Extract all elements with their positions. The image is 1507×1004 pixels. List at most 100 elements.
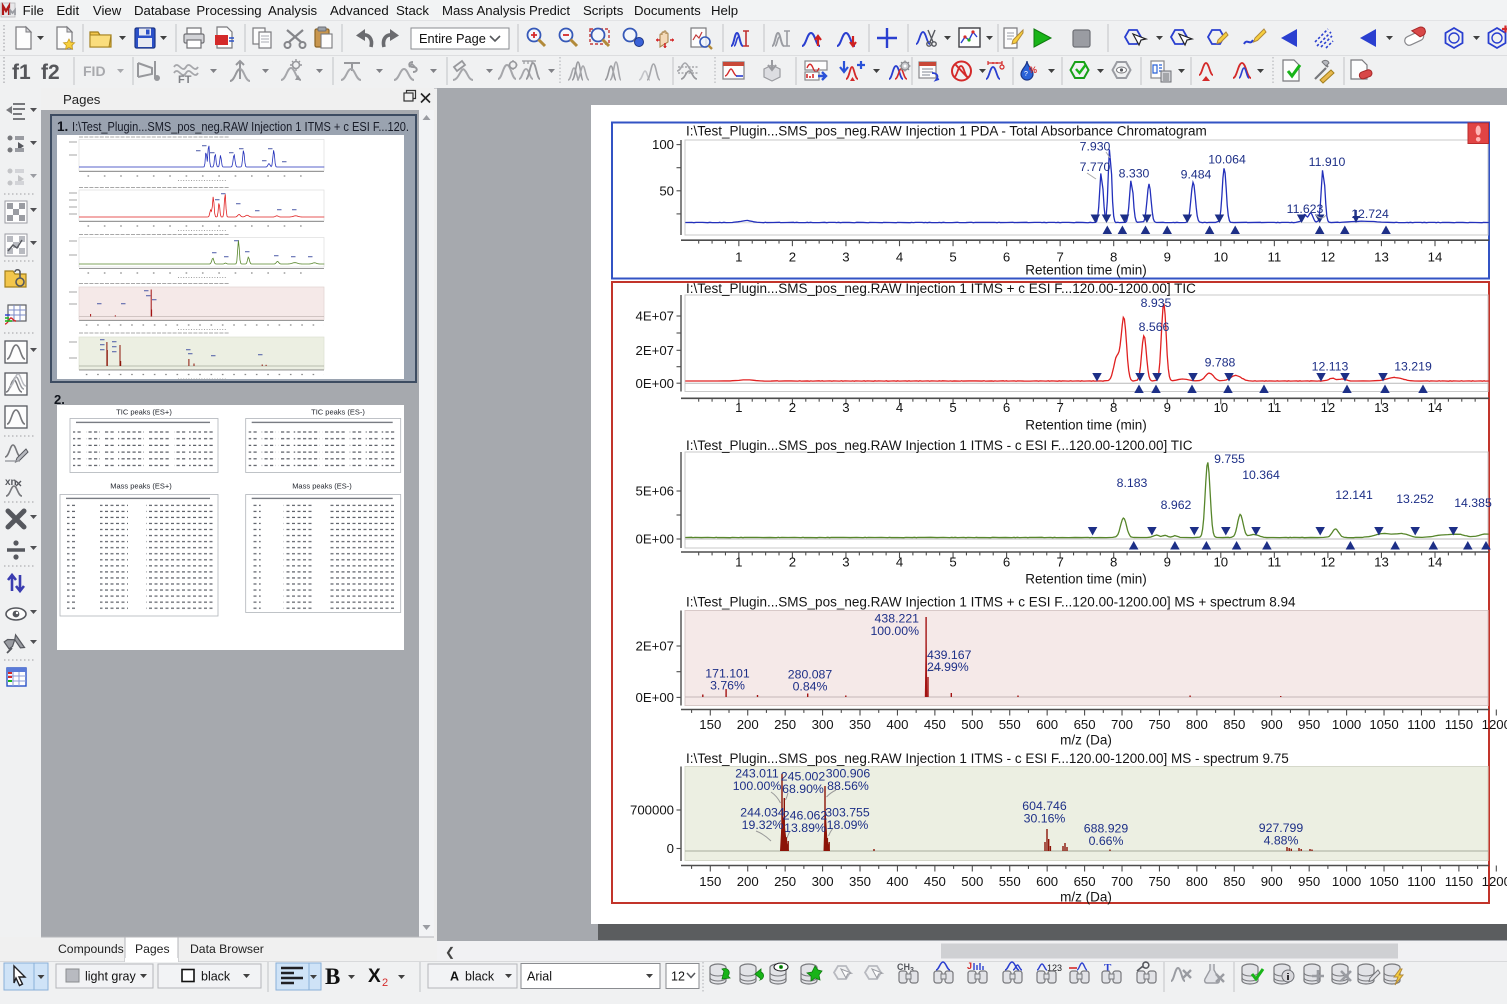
svg-text:700: 700 [1111,874,1133,889]
svg-text:12: 12 [1321,400,1336,415]
svg-text:Help: Help [711,3,738,18]
svg-text:13.89%: 13.89% [784,821,826,835]
svg-text:X: X [368,966,381,987]
svg-text:TIC peaks (ES-): TIC peaks (ES-) [311,408,365,417]
svg-text:950: 950 [1298,717,1320,732]
svg-text:3.76%: 3.76% [710,679,745,693]
svg-text:Scripts: Scripts [583,3,624,18]
svg-text:550: 550 [999,874,1021,889]
svg-text:11.910: 11.910 [1309,155,1346,169]
svg-text:150: 150 [699,717,721,732]
svg-text:12: 12 [671,970,685,984]
svg-text:10: 10 [1213,400,1228,415]
svg-text:8.935: 8.935 [1141,296,1172,310]
svg-text:Retention time (min): Retention time (min) [1025,572,1147,587]
svg-text:700000: 700000 [630,803,674,818]
svg-text:9: 9 [1164,555,1171,570]
svg-text:3: 3 [842,400,849,415]
svg-text:File: File [23,3,44,18]
svg-text:24.99%: 24.99% [927,660,969,674]
svg-text:1000: 1000 [1332,874,1361,889]
svg-text:750: 750 [1148,717,1170,732]
svg-text:?: ? [1024,71,1028,78]
svg-text:3: 3 [842,250,849,265]
svg-text:Processing: Processing [196,3,261,18]
svg-text:B: B [325,964,340,989]
svg-text:Documents: Documents [634,3,701,18]
svg-text:2: 2 [382,977,388,989]
svg-text:1.: 1. [57,119,68,134]
svg-text:2E+07: 2E+07 [635,639,674,654]
svg-text:Mass Analysis: Mass Analysis [442,3,526,18]
svg-text:J: J [967,961,972,971]
svg-text:2E+07: 2E+07 [635,343,674,358]
svg-text:12.141: 12.141 [1335,488,1373,502]
svg-text:300: 300 [812,874,834,889]
svg-text:Arial: Arial [527,970,552,984]
svg-text:350: 350 [849,874,871,889]
svg-text:Mass peaks (ES-): Mass peaks (ES-) [292,482,352,491]
svg-text:50: 50 [659,183,674,198]
svg-text:13.252: 13.252 [1396,492,1434,506]
svg-text:1050: 1050 [1369,874,1398,889]
svg-text:I:\Test_Plugin...SMS_pos_neg.R: I:\Test_Plugin...SMS_pos_neg.RAW Injecti… [686,751,1289,766]
svg-text:250: 250 [774,874,796,889]
svg-text:m/z (Da): m/z (Da) [1060,733,1112,748]
svg-text:TIC peaks (ES+): TIC peaks (ES+) [116,408,172,417]
svg-text:11: 11 [1267,400,1281,415]
svg-text:300: 300 [812,717,834,732]
svg-text:2.: 2. [54,392,65,407]
svg-text:14: 14 [1428,555,1443,570]
svg-text:600: 600 [1036,717,1058,732]
svg-text:Retention time (min): Retention time (min) [1025,263,1147,278]
svg-text:11: 11 [1267,555,1281,570]
svg-text:8.962: 8.962 [1161,498,1192,512]
svg-text:Mass peaks (ES+): Mass peaks (ES+) [110,482,172,491]
svg-text:8.183: 8.183 [1117,476,1148,490]
svg-text:0E+00: 0E+00 [635,532,674,547]
svg-text:light gray: light gray [85,970,136,984]
svg-text:550: 550 [999,717,1021,732]
svg-text:88.56%: 88.56% [827,779,869,793]
svg-text:200: 200 [737,717,759,732]
svg-text:Entire Page: Entire Page [419,31,486,46]
svg-text:250: 250 [774,717,796,732]
svg-text:1000: 1000 [1332,717,1361,732]
svg-text:100: 100 [652,137,674,152]
svg-text:1050: 1050 [1369,717,1398,732]
svg-text:1150: 1150 [1445,874,1473,889]
svg-text:700: 700 [1111,717,1133,732]
svg-text:I:\Test_Plugin...SMS_pos_neg.R: I:\Test_Plugin...SMS_pos_neg.RAW Injecti… [686,281,1196,296]
svg-text:8: 8 [1110,400,1117,415]
svg-text:8: 8 [1110,555,1117,570]
svg-text:0E+00: 0E+00 [635,376,674,391]
svg-text:0E+00: 0E+00 [635,690,674,705]
svg-text:10: 10 [1213,250,1228,265]
svg-text:7: 7 [1056,555,1063,570]
svg-text:f1: f1 [12,61,31,84]
svg-text:750: 750 [1148,874,1170,889]
svg-text:4E+07: 4E+07 [635,309,674,324]
svg-text:4.88%: 4.88% [1264,834,1299,848]
svg-text:200: 200 [737,874,759,889]
svg-text:150: 150 [699,874,721,889]
svg-text:9.484: 9.484 [1181,168,1212,182]
svg-text:1150: 1150 [1445,717,1473,732]
svg-text:Compounds: Compounds [58,942,124,956]
svg-text:11: 11 [1267,250,1281,265]
svg-text:950: 950 [1298,874,1320,889]
svg-text:13: 13 [1374,250,1389,265]
svg-text:800: 800 [1186,717,1208,732]
svg-text:14: 14 [1428,400,1443,415]
svg-text:1: 1 [735,400,742,415]
svg-text:5: 5 [949,555,956,570]
svg-text:FT: FT [178,74,192,86]
svg-text:5E+06: 5E+06 [635,484,674,499]
svg-text:30.16%: 30.16% [1024,812,1066,826]
svg-text:13: 13 [1374,400,1389,415]
svg-text:4: 4 [896,555,903,570]
svg-text:6: 6 [1003,250,1010,265]
svg-text:1: 1 [735,555,742,570]
svg-text:Stack: Stack [396,3,429,18]
svg-text:Advanced: Advanced [330,3,389,18]
